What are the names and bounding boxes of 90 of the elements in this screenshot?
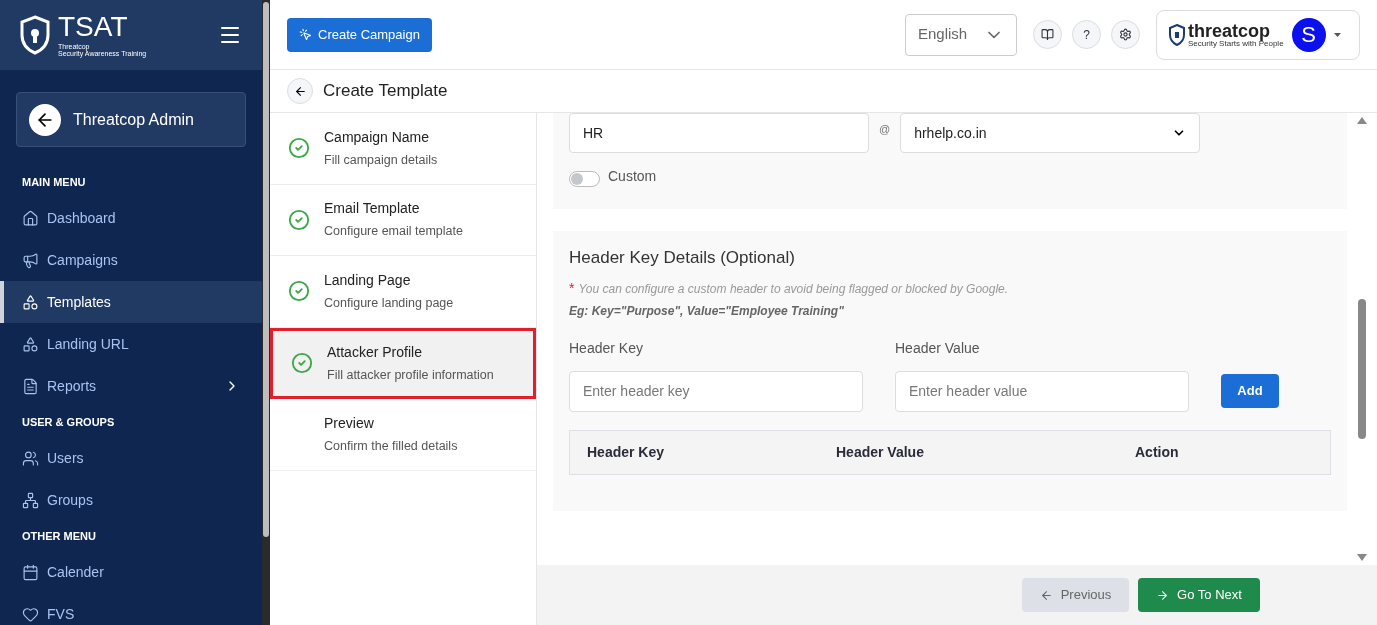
step-title: Attacker Profile <box>327 342 423 362</box>
book-button[interactable] <box>1033 20 1062 49</box>
sidebar-item[interactable]: Campaigns <box>0 239 262 281</box>
account-button[interactable]: Threatcop Admin <box>16 92 246 147</box>
column-header: Header Key <box>586 442 666 462</box>
sidebar-item-label: Users <box>47 448 85 468</box>
arrow-right-icon <box>1156 588 1170 602</box>
at-sign: @ <box>879 122 891 137</box>
field-label: Header Key <box>569 338 644 358</box>
previous-button[interactable]: Previous <box>1022 578 1129 612</box>
megaphone-icon <box>22 251 39 269</box>
language-select[interactable]: English <box>905 13 1017 56</box>
sidebar-item-label: Templates <box>47 292 112 312</box>
step-title: Email Template <box>324 199 421 219</box>
create-campaign-button[interactable]: Create Campaign <box>287 17 432 52</box>
header-key-input[interactable]: Enter header key <box>569 370 863 412</box>
scroll-down-icon[interactable] <box>1357 554 1367 561</box>
sidebar-item[interactable]: Landing URL <box>0 323 262 365</box>
profile-menu[interactable]: threatcop Security Starts with People S <box>1156 9 1360 60</box>
step-item[interactable]: Campaign Name Fill campaign details <box>270 113 536 185</box>
custom-label: Custom <box>608 167 657 186</box>
sender-name-field[interactable]: HR <box>569 113 869 153</box>
help-button[interactable]: ? <box>1072 20 1101 49</box>
arrow-left-icon <box>1039 588 1053 602</box>
sidebar-item[interactable]: Users <box>0 437 262 479</box>
step-subtitle: Fill attacker profile information <box>327 366 494 384</box>
shield-logo-icon <box>20 15 50 55</box>
shield-logo-icon <box>1169 23 1185 46</box>
settings-icon <box>1119 28 1132 41</box>
step-title: Landing Page <box>324 270 412 290</box>
network-icon <box>22 491 39 509</box>
step-title: Preview <box>324 413 375 433</box>
step-title: Campaign Name <box>324 127 431 147</box>
sidebar-item-label: Reports <box>47 376 98 396</box>
step-item[interactable]: Attacker Profile Fill attacker profile information <box>270 327 536 399</box>
shapes-icon <box>22 335 39 353</box>
step-item[interactable]: Preview Confirm the filled details <box>270 399 536 471</box>
book-icon <box>1041 28 1054 41</box>
sidebar-item[interactable]: Groups <box>0 479 262 521</box>
calendar-icon <box>22 563 39 581</box>
sidebar-item-label: Dashboard <box>47 208 117 228</box>
sidebar-item-label: Landing URL <box>47 334 130 354</box>
domain-select[interactable]: hrhelp.co.in <box>900 113 1201 153</box>
company-name: threatcop <box>1188 21 1271 40</box>
settings-button[interactable] <box>1111 20 1140 49</box>
menu-section-title: USER & GROUPS <box>21 414 116 430</box>
column-header: Action <box>1135 442 1179 462</box>
shapes-icon <box>22 293 39 311</box>
sidebar-item-label: Groups <box>47 490 94 510</box>
sidebar-item-label: FVS <box>47 604 76 624</box>
sidebar-item[interactable]: FVS <box>0 593 262 625</box>
sidebar-item[interactable]: Reports <box>0 365 262 407</box>
step-subtitle: Configure landing page <box>324 294 454 312</box>
example-text: Eg: Key="Purpose", Value="Employee Training" <box>569 302 845 320</box>
note-text: You can configure a custom header to avoid being flagged or blocked by Google. <box>578 280 1009 298</box>
account-name: Threatcop Admin <box>73 109 194 130</box>
step-item[interactable]: Email Template Configure email template <box>270 184 536 256</box>
scrollbar-thumb[interactable] <box>1358 299 1366 439</box>
sidebar-item-label: Campaigns <box>47 250 119 270</box>
section-title: Header Key Details (Optional) <box>569 247 796 269</box>
step-subtitle: Configure email template <box>324 223 463 241</box>
sidebar-item[interactable]: Dashboard <box>0 197 262 239</box>
next-button[interactable]: Go To Next <box>1138 578 1260 612</box>
sidebar-item-label: Calender <box>47 562 105 582</box>
pointer-icon <box>299 28 312 41</box>
sidebar-item[interactable]: Calender <box>0 551 262 593</box>
back-button[interactable] <box>287 78 313 104</box>
scroll-up-icon[interactable] <box>1357 117 1367 124</box>
avatar: S <box>1291 17 1326 52</box>
header-value-input[interactable]: Enter header value <box>895 370 1189 412</box>
heart-icon <box>22 605 39 623</box>
caret-icon <box>1333 32 1341 37</box>
users-icon <box>22 449 39 467</box>
back-arrow-icon <box>293 84 307 98</box>
menu-section-title: OTHER MENU <box>21 528 97 544</box>
page-title: Create Template <box>323 80 448 103</box>
menu-section-title: MAIN MENU <box>21 174 87 190</box>
column-header: Header Value <box>836 442 925 462</box>
field-label: Header Value <box>895 338 981 358</box>
custom-toggle[interactable] <box>569 170 600 187</box>
add-button[interactable]: Add <box>1221 373 1279 408</box>
document-icon <box>22 377 39 395</box>
home-icon <box>22 209 39 227</box>
step-subtitle: Fill campaign details <box>324 151 438 169</box>
scrollbar-thumb[interactable] <box>263 2 269 537</box>
step-item[interactable]: Landing Page Configure landing page <box>270 256 536 328</box>
required-asterisk: * <box>569 278 575 298</box>
brand-name: TSAT <box>58 13 129 41</box>
sidebar-item[interactable]: Templates <box>0 281 262 323</box>
step-subtitle: Confirm the filled details <box>324 437 458 455</box>
